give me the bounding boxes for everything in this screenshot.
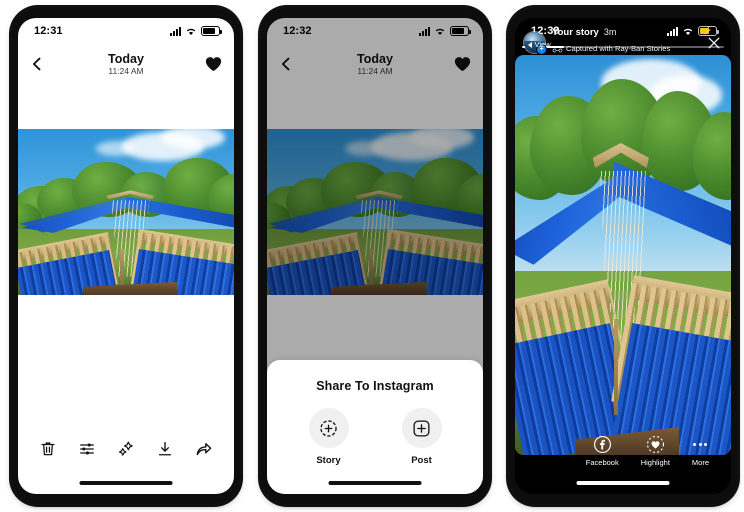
screen-photo-viewer: 12:31 Today 11:24 AM bbox=[18, 18, 234, 494]
download-icon[interactable] bbox=[154, 438, 176, 460]
share-options: Story Post bbox=[267, 408, 483, 466]
more-dots-icon bbox=[693, 434, 708, 454]
status-clock: 12:31 bbox=[34, 25, 63, 37]
story-username[interactable]: Your story bbox=[552, 27, 599, 38]
magic-wand-icon[interactable] bbox=[115, 438, 137, 460]
story-action-label: Highlight bbox=[640, 458, 670, 467]
phone-share-sheet: 12:32 Today 11:24 AM Share To Instagram … bbox=[261, 8, 489, 504]
story-action-more[interactable]: More bbox=[692, 434, 709, 467]
screen-instagram-story: 12:39 ⚡ View + Your story 3m Captured wi… bbox=[515, 18, 731, 494]
wifi-icon bbox=[434, 27, 446, 36]
photo-toolbar bbox=[18, 438, 234, 460]
phone-instagram-story: 12:39 ⚡ View + Your story 3m Captured wi… bbox=[509, 8, 737, 504]
cellular-signal-icon bbox=[170, 26, 181, 36]
share-sheet-title: Share To Instagram bbox=[316, 379, 434, 393]
screen-share-sheet: 12:32 Today 11:24 AM Share To Instagram … bbox=[267, 18, 483, 494]
back-to-app-label: View bbox=[534, 40, 551, 49]
story-meta: Your story 3m Captured with Ray-Ban Stor… bbox=[552, 27, 702, 59]
nav-title-text: Today bbox=[108, 51, 144, 66]
phone-photo-viewer: 12:31 Today 11:24 AM bbox=[12, 8, 240, 504]
page-title: Today 11:24 AM bbox=[108, 52, 144, 77]
page-title: Today 11:24 AM bbox=[357, 52, 393, 77]
story-timestamp: 3m bbox=[603, 27, 617, 37]
story-photo[interactable] bbox=[515, 55, 731, 455]
favorite-heart-icon[interactable] bbox=[454, 56, 471, 72]
post-plus-icon bbox=[401, 408, 442, 448]
wifi-icon bbox=[185, 27, 197, 36]
photo-image bbox=[515, 55, 731, 455]
close-icon[interactable] bbox=[706, 35, 722, 51]
share-option-label: Story bbox=[316, 455, 341, 466]
status-icons bbox=[170, 26, 222, 36]
home-indicator bbox=[79, 481, 173, 485]
status-bar: 12:31 bbox=[18, 18, 234, 44]
nav-title-text: Today bbox=[357, 51, 393, 66]
favorite-heart-icon[interactable] bbox=[205, 56, 222, 72]
sliders-icon[interactable] bbox=[76, 438, 98, 460]
share-sheet: Share To Instagram Story Post bbox=[267, 360, 483, 494]
story-action-highlight[interactable]: Highlight bbox=[641, 434, 670, 467]
home-indicator bbox=[576, 481, 670, 485]
story-action-label: Facebook bbox=[585, 458, 619, 467]
back-to-app-indicator[interactable]: View bbox=[528, 40, 551, 49]
highlight-heart-icon bbox=[645, 434, 665, 454]
nav-bar: Today 11:24 AM bbox=[18, 44, 234, 84]
trash-icon[interactable] bbox=[37, 438, 59, 460]
story-action-facebook[interactable]: Facebook bbox=[586, 434, 619, 467]
photo-canvas[interactable] bbox=[267, 129, 483, 295]
nav-subtitle-text: 11:24 AM bbox=[108, 65, 144, 76]
screenshot-stage: 12:31 Today 11:24 AM 12:32 Today 11:24 A… bbox=[0, 0, 744, 512]
share-option-label: Post bbox=[411, 455, 432, 466]
share-arrow-icon[interactable] bbox=[193, 438, 215, 460]
status-clock: 12:32 bbox=[283, 25, 312, 37]
status-bar: 12:32 bbox=[267, 18, 483, 44]
photo-image bbox=[18, 129, 234, 295]
share-option-post[interactable]: Post bbox=[401, 408, 442, 466]
nav-subtitle-text: 11:24 AM bbox=[357, 65, 393, 76]
story-plus-icon bbox=[308, 408, 349, 448]
story-action-label: More bbox=[691, 458, 709, 467]
status-icons bbox=[419, 26, 471, 36]
back-triangle-icon bbox=[528, 41, 532, 48]
photo-image bbox=[267, 129, 483, 295]
story-attribution: Captured with Ray-Ban Stories bbox=[566, 44, 671, 54]
cellular-signal-icon bbox=[419, 26, 430, 36]
glasses-icon bbox=[552, 39, 563, 58]
home-indicator bbox=[328, 481, 422, 485]
back-button[interactable] bbox=[278, 56, 294, 72]
story-action-bar: Facebook Highlight More bbox=[515, 434, 731, 467]
facebook-icon bbox=[592, 434, 612, 454]
back-button[interactable] bbox=[29, 56, 45, 72]
photo-canvas[interactable] bbox=[18, 129, 234, 295]
battery-icon bbox=[450, 26, 471, 36]
battery-icon bbox=[201, 26, 222, 36]
share-option-story[interactable]: Story bbox=[308, 408, 349, 466]
nav-bar: Today 11:24 AM bbox=[267, 44, 483, 84]
